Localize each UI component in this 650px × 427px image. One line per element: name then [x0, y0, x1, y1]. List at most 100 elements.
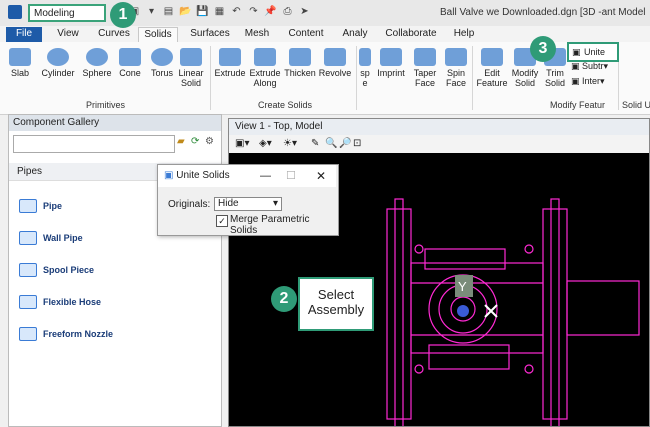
minimize-icon[interactable]: —	[260, 170, 271, 182]
gallery-search-input[interactable]	[13, 135, 175, 153]
originals-label: Originals:	[168, 199, 211, 210]
imprint-button[interactable]: Imprint	[374, 48, 408, 78]
merge-checkbox[interactable]: ✓	[216, 215, 228, 227]
edit-feature-icon	[481, 48, 503, 66]
callout-badge-1: 1	[110, 2, 136, 28]
refresh-icon[interactable]: ⟳	[191, 136, 199, 147]
undo-icon[interactable]: ↶	[230, 5, 243, 18]
unite-solids-dialog: ▣ Unite Solids — ☐ ✕ Originals: Hide ▾ ✓ …	[157, 164, 339, 236]
originals-select[interactable]: Hide ▾	[214, 197, 282, 211]
merge-label: Merge Parametric Solids	[230, 214, 310, 236]
primitives-group-label: Primitives	[86, 100, 126, 110]
save-as-icon[interactable]: ▦	[213, 5, 226, 18]
intersect-button[interactable]: ▣ Inter▾	[571, 76, 605, 87]
edit-feature-label: Edit Feature	[476, 68, 508, 88]
maximize-icon: ☐	[286, 170, 296, 182]
chevron-down-icon[interactable]: ▾	[145, 5, 158, 18]
callout-badge-3: 3	[530, 36, 556, 62]
gallery-item-wall-pipe[interactable]: Wall Pipe	[19, 231, 83, 245]
sphere-icon	[86, 48, 108, 66]
extrude-label: Extrude	[214, 68, 246, 78]
tab-collaborate[interactable]: Collaborate	[384, 27, 438, 43]
open-icon[interactable]: 📂	[179, 5, 192, 18]
gallery-item-freeform-nozzle[interactable]: Freeform Nozzle	[19, 327, 113, 341]
wall-pipe-icon	[19, 231, 37, 245]
subtract-label: Subtr	[582, 61, 604, 71]
component-gallery-panel: Component Gallery ▰ ⟳ ⚙ Pipes Pipe Wall …	[8, 114, 222, 427]
revolve-button[interactable]: Revolve	[318, 48, 352, 78]
slab-label: Slab	[10, 68, 29, 78]
quick-access-toolbar: ▣ ▾ ▤ 📂 💾 ▦ ↶ ↷ 📌 ⎙ ➤	[128, 5, 311, 18]
create-solids-group-label: Create Solids	[258, 100, 313, 110]
tab-mesh[interactable]: Mesh	[242, 27, 272, 43]
cone-button[interactable]: Cone	[116, 48, 144, 78]
settings-icon[interactable]: ⚙	[205, 136, 214, 147]
linear-solid-label: Linear Solid	[178, 68, 204, 88]
brush-icon[interactable]: ✎	[311, 138, 319, 149]
extrude-along-icon	[254, 48, 276, 66]
gallery-header: Component Gallery	[9, 115, 221, 131]
pointer-icon[interactable]: ➤	[298, 5, 311, 18]
save-icon[interactable]: 💾	[196, 5, 209, 18]
thicken-icon	[289, 48, 311, 66]
gallery-item-pipe[interactable]: Pipe	[19, 199, 62, 213]
gallery-item-label: Spool Piece	[43, 265, 95, 275]
trim-solid-label: Trim Solid	[544, 68, 565, 88]
tab-view[interactable]: View	[52, 27, 84, 43]
pin-icon[interactable]: 📌	[264, 5, 277, 18]
zoom-out-icon[interactable]: 🔎	[339, 138, 351, 149]
gallery-item-spool-piece[interactable]: Spool Piece	[19, 263, 94, 277]
sphere-button[interactable]: Sphere	[82, 48, 112, 78]
workflow-selector[interactable]: Modeling	[28, 4, 106, 22]
view-attributes-icon[interactable]: ▣▾	[235, 138, 249, 149]
tab-help[interactable]: Help	[450, 27, 478, 43]
tab-curves[interactable]: Curves	[94, 27, 134, 43]
callout-text-box: Select Assembly	[298, 277, 374, 331]
linear-solid-button[interactable]: Linear Solid	[176, 48, 206, 88]
close-icon[interactable]: ✕	[316, 169, 326, 183]
y-axis-label: Y	[458, 279, 467, 294]
revolve-label: Revolve	[318, 68, 352, 78]
gallery-item-flexible-hose[interactable]: Flexible Hose	[19, 295, 101, 309]
extrude-along-button[interactable]: Extrude Along	[248, 48, 282, 88]
modify-features-group-label: Modify Featur	[550, 100, 606, 110]
extrude-icon	[219, 48, 241, 66]
image-icon[interactable]: ▤	[162, 5, 175, 18]
misc-button[interactable]: sp e	[358, 48, 372, 88]
display-style-icon[interactable]: ◈▾	[259, 138, 272, 149]
dialog-title: Unite Solids	[176, 170, 230, 181]
cone-icon	[119, 48, 141, 66]
edit-feature-button[interactable]: Edit Feature	[474, 48, 510, 88]
torus-button[interactable]: Torus	[148, 48, 176, 78]
subtract-button[interactable]: ▣ Subtr▾	[571, 61, 608, 72]
flexible-hose-icon	[19, 295, 37, 309]
extrude-button[interactable]: Extrude	[214, 48, 246, 78]
gallery-item-label: Flexible Hose	[43, 297, 102, 307]
print-icon[interactable]: ⎙	[281, 5, 294, 18]
imprint-label: Imprint	[377, 68, 405, 78]
intersect-icon: ▣	[571, 76, 583, 86]
tab-file[interactable]: File	[6, 27, 42, 43]
dialog-title-bar: ▣ Unite Solids	[158, 165, 336, 187]
fit-view-icon[interactable]: ⊡	[353, 138, 361, 149]
spool-piece-icon	[19, 263, 37, 277]
tab-analyze[interactable]: Analy	[340, 27, 370, 43]
unite-icon: ▣	[572, 47, 581, 57]
tab-surfaces[interactable]: Surfaces	[186, 27, 234, 43]
app-icon[interactable]	[8, 5, 22, 19]
document-title: Ball Valve we Downloaded.dgn [3D -ant Mo…	[440, 7, 646, 18]
gallery-item-label: Wall Pipe	[43, 233, 83, 243]
thicken-button[interactable]: Thicken	[284, 48, 316, 78]
cylinder-button[interactable]: Cylinder	[40, 48, 76, 78]
tab-content[interactable]: Content	[284, 27, 328, 43]
slab-button[interactable]: Slab	[6, 48, 34, 78]
zoom-in-icon[interactable]: 🔍	[325, 138, 337, 149]
folder-icon[interactable]: ▰	[177, 136, 185, 147]
redo-icon[interactable]: ↷	[247, 5, 260, 18]
unite-button[interactable]: ▣ Unite	[567, 42, 619, 62]
extrude-along-label: Extrude Along	[249, 68, 281, 88]
spin-face-button[interactable]: Spin Face	[442, 48, 470, 88]
taper-face-icon	[414, 48, 436, 66]
taper-face-button[interactable]: Taper Face	[410, 48, 440, 88]
lighting-icon[interactable]: ☀▾	[283, 138, 297, 149]
